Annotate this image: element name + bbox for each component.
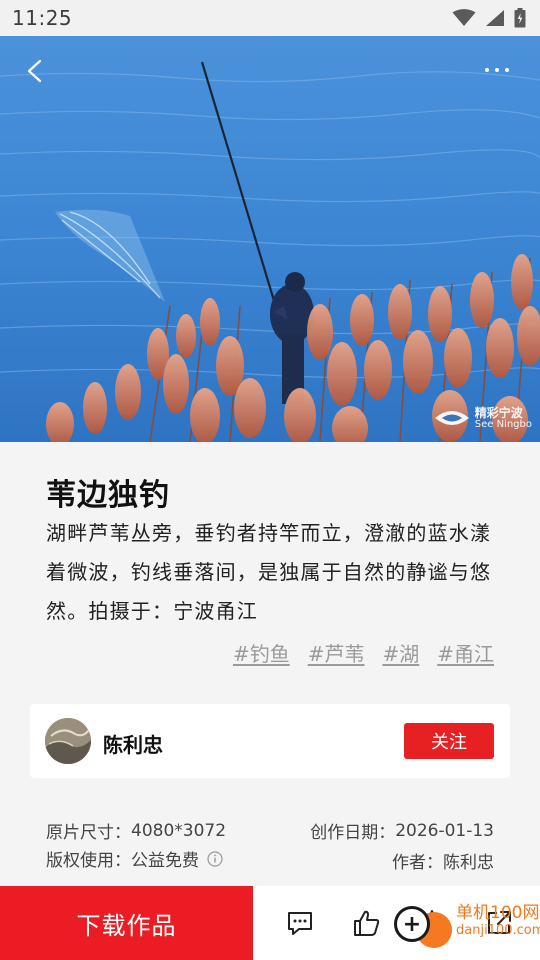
status-time: 11:25: [12, 6, 73, 30]
site-name: 单机100网: [456, 903, 540, 923]
fishing-scene-image: [0, 36, 540, 442]
author-row: 作者： 陈利忠: [392, 848, 494, 873]
artwork-details: 苇边独钓 湖畔芦苇丛旁，垂钓者持竿而立，澄澈的蓝水漾着微波，钓线垂落间，是独属于…: [0, 442, 540, 886]
artwork-description: 湖畔芦苇丛旁，垂钓者持竿而立，澄澈的蓝水漾着微波，钓线垂落间，是独属于自然的静谧…: [46, 521, 492, 623]
author-name[interactable]: 陈利忠: [103, 729, 163, 758]
more-icon[interactable]: [482, 58, 512, 82]
creation-date-label: 创作日期：: [310, 823, 396, 843]
tag-fishing[interactable]: #钓鱼: [233, 638, 290, 667]
copyright-row: 版权使用： 公益免费: [46, 846, 223, 871]
watermark-en: See Ningbo: [474, 418, 532, 430]
follow-button[interactable]: 关注: [404, 723, 494, 759]
copyright-label: 版权使用：: [46, 851, 131, 871]
tag-reeds[interactable]: #芦苇: [308, 638, 365, 667]
battery-icon: [514, 8, 526, 28]
author-label: 作者：: [392, 853, 443, 873]
original-size-row: 原片尺寸： 4080*3072: [46, 818, 227, 844]
site-watermark: + 单机100网 danji100.com: [390, 886, 540, 960]
avatar[interactable]: [45, 718, 91, 764]
tag-yongjiang[interactable]: #甬江: [437, 638, 494, 667]
photo-watermark: 精彩宁波 See Ningbo: [433, 407, 532, 430]
status-icons: [452, 8, 526, 28]
avatar-image: [45, 718, 91, 764]
status-bar: 11:25: [0, 0, 540, 36]
tag-list: #钓鱼 #芦苇 #湖 #甬江: [233, 638, 494, 667]
watermark-cn: 精彩宁波: [474, 405, 523, 420]
artwork-title: 苇边独钓: [46, 478, 170, 513]
thumbs-up-icon[interactable]: [352, 908, 382, 938]
creation-date-row: 创作日期： 2026-01-13: [310, 818, 494, 844]
tag-lake[interactable]: #湖: [382, 638, 419, 667]
signal-icon: [486, 10, 504, 26]
wifi-icon: [452, 9, 476, 26]
info-icon[interactable]: [207, 850, 223, 867]
original-size-label: 原片尺寸：: [46, 823, 131, 843]
copyright-value: 公益免费: [131, 851, 199, 871]
artwork-photo[interactable]: 精彩宁波 See Ningbo: [0, 36, 540, 442]
download-button[interactable]: 下载作品: [0, 886, 253, 960]
creation-date-value: 2026-01-13: [395, 820, 494, 841]
author-value: 陈利忠: [443, 853, 494, 873]
bottom-action-bar: 下载作品 + 单机100网 danji100.com: [0, 886, 540, 960]
back-arrow-icon[interactable]: [20, 54, 54, 88]
original-size-value: 4080*3072: [131, 820, 227, 841]
plus-logo-icon: +: [394, 906, 430, 942]
site-watermark-text: 单机100网 danji100.com: [456, 904, 540, 940]
comment-icon[interactable]: [285, 908, 315, 938]
author-card[interactable]: 陈利忠 关注: [30, 704, 510, 778]
site-domain: danji100.com: [456, 923, 540, 938]
see-ningbo-logo-icon: [434, 411, 469, 426]
